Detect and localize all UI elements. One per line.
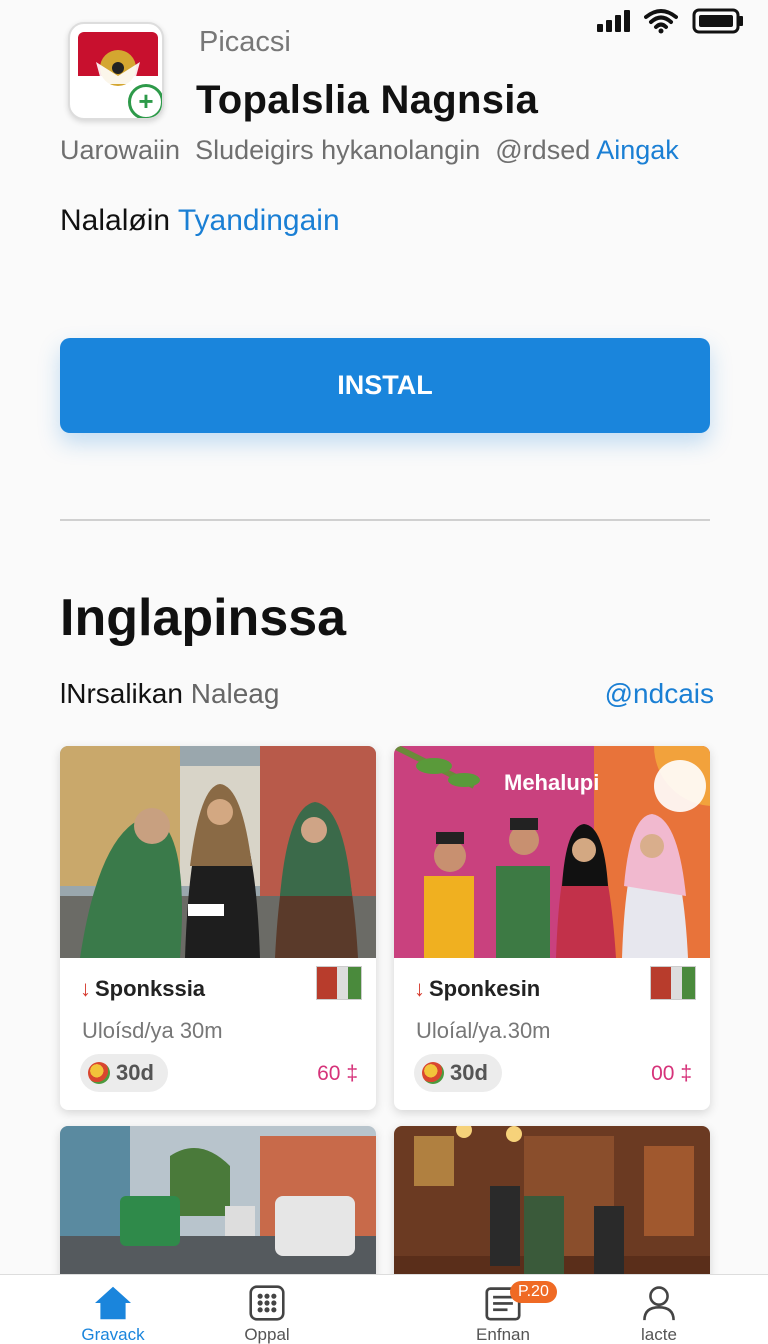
nav-label: Oppal [244, 1325, 290, 1344]
card-name: Sponkssia [95, 976, 206, 1001]
card-subtitle: Uloíal/ya.30m [416, 1018, 551, 1043]
badge-icon [88, 1062, 110, 1084]
nav-item-profile[interactable]: lacte [604, 1285, 714, 1344]
card-thumbnail [316, 966, 362, 1000]
card-thumbnail [650, 966, 696, 1000]
filter-row: lNrsalikan Naleag @ndcais [60, 678, 714, 710]
divider [60, 519, 710, 521]
card-price: 60 ‡ [317, 1062, 358, 1085]
banner-text: Mehalupi [504, 770, 600, 795]
section-title: Inglapinssa [60, 589, 347, 647]
nav-item-news[interactable]: P.20 Enfnan [448, 1281, 558, 1344]
card-body: ↓ Sponkesin Uloíal/ya.30m 30d 00 ‡ [394, 958, 710, 1110]
sub-line: Nalaløin Tyandingain [60, 204, 340, 238]
meta-line: Uarowaiin Sludeigirs hykanolangin @rdsed… [60, 135, 679, 166]
content-card-partial[interactable] [60, 1126, 376, 1286]
card-photo: Mehalupi [394, 746, 710, 958]
content-card[interactable]: Mehalupi ↓ Sponkesin Uloíal/ya.30m 30d 0… [394, 746, 710, 1110]
card-body: ↓ Sponkssia Uloísd/ya 30m 30d 60 ‡ [60, 958, 376, 1110]
status-bar [597, 6, 744, 36]
nav-item-home[interactable]: Gravack [58, 1285, 168, 1344]
app-title: Topalslia Nagnsia [196, 78, 539, 122]
nav-label: Enfnan [476, 1325, 530, 1344]
bottom-nav: Gravack Oppal P.20 Enfnan lacte [0, 1274, 768, 1344]
battery-icon [692, 8, 743, 34]
card-name: Sponkesin [429, 976, 541, 1001]
signal-icon [597, 10, 630, 32]
profile-icon [643, 1286, 675, 1321]
filter-label-group[interactable]: lNrsalikan Naleag [60, 678, 279, 710]
rating-pill[interactable]: 30d [414, 1054, 502, 1092]
wifi-icon [644, 9, 678, 34]
grid-icon [249, 1285, 285, 1321]
sub-link[interactable]: Tyandingain [178, 204, 340, 237]
down-arrow-icon: ↓ [414, 976, 425, 1001]
down-arrow-icon: ↓ [80, 976, 91, 1001]
rating-value: 30d [116, 1060, 154, 1085]
meta-part: @rdsed [495, 135, 591, 165]
rating-pill[interactable]: 30d [80, 1054, 168, 1092]
card-photo [60, 746, 376, 958]
notification-badge: P.20 [510, 1281, 557, 1303]
rating-value: 30d [450, 1060, 488, 1085]
filter-muted: Naleag [190, 678, 280, 709]
install-button[interactable]: INSTAL [60, 338, 710, 433]
card-title: ↓ Sponkssia [80, 976, 205, 1002]
meta-part: Sludeigirs hykanolangin [195, 135, 481, 165]
home-icon [95, 1286, 131, 1320]
sub-text: Nalaløin [60, 204, 171, 237]
nav-label: Gravack [81, 1325, 145, 1344]
filter-label: lNrsalikan [60, 678, 183, 709]
nav-label: lacte [641, 1325, 677, 1344]
badge-icon [422, 1062, 444, 1084]
meta-part: Uarowaiin [60, 135, 181, 165]
content-card-partial[interactable] [394, 1126, 710, 1286]
add-badge-icon: + [128, 84, 162, 118]
nav-item-apps[interactable]: Oppal [212, 1285, 322, 1344]
app-icon: + [68, 22, 164, 120]
meta-link[interactable]: Aingak [596, 135, 679, 165]
card-price: 00 ‡ [651, 1062, 692, 1085]
card-title: ↓ Sponkesin [414, 976, 540, 1002]
publisher-name: Picacsi [199, 26, 291, 58]
content-card[interactable]: ↓ Sponkssia Uloísd/ya 30m 30d 60 ‡ [60, 746, 376, 1110]
card-subtitle: Uloísd/ya 30m [82, 1018, 223, 1043]
filter-link[interactable]: @ndcais [605, 678, 714, 710]
